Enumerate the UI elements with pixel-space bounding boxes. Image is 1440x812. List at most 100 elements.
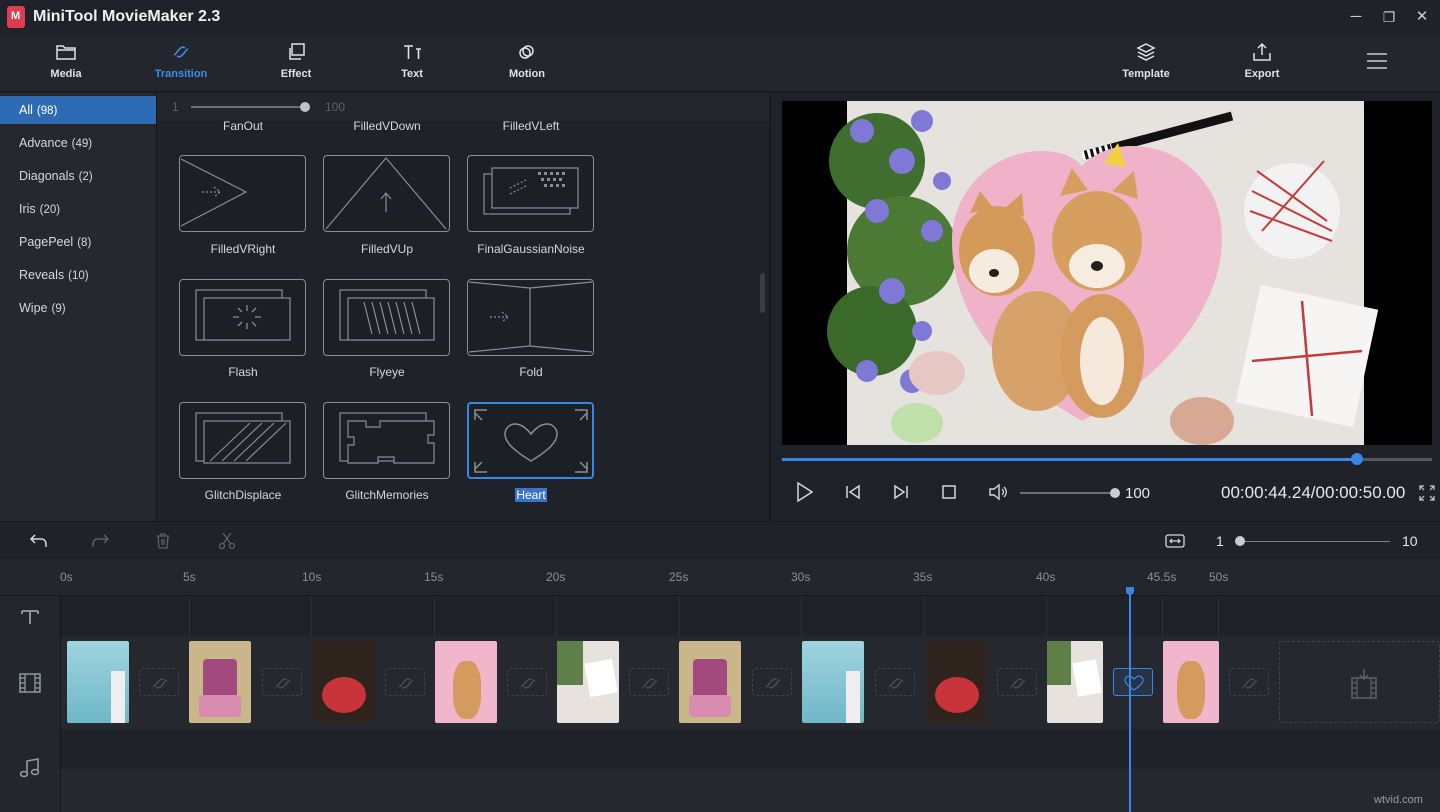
playback-progress-knob[interactable] — [1351, 453, 1363, 465]
motion-button[interactable]: Motion — [487, 42, 567, 80]
transition-tile-flash[interactable] — [179, 279, 306, 356]
ruler-tick: 50s — [1209, 570, 1228, 584]
transition-button[interactable]: Transition — [141, 42, 221, 80]
transition-grid: 1 100 FanOut FilledVDown FilledVLeft Fil… — [157, 93, 769, 521]
text-button[interactable]: Text — [372, 42, 452, 80]
transition-tile-flyeye[interactable] — [323, 279, 450, 356]
duration-slider[interactable]: 1 100 — [157, 93, 769, 121]
duration-min: 1 — [172, 100, 179, 114]
clip-thumbnail — [322, 677, 366, 713]
transition-label: Transition — [155, 68, 208, 80]
fit-timeline-icon[interactable] — [1165, 532, 1185, 550]
ruler-tick: 40s — [1036, 570, 1055, 584]
grid-scrollbar[interactable] — [760, 273, 765, 313]
stop-icon[interactable] — [939, 481, 959, 503]
layers-icon — [1135, 42, 1157, 62]
clip-thumbnail — [453, 661, 481, 719]
transition-slot[interactable] — [139, 668, 179, 696]
music-track-lower[interactable] — [61, 769, 1440, 812]
transition-slot[interactable] — [507, 668, 547, 696]
transition-tile-filledvup[interactable] — [323, 155, 450, 232]
transition-tile-glitchdisplace[interactable] — [179, 402, 306, 479]
timeline-clip-flowers-card[interactable] — [1047, 641, 1103, 723]
transition-tile-finalgaussiannoise[interactable] — [467, 155, 594, 232]
transition-label-filledvleft: FilledVLeft — [467, 119, 595, 133]
transition-slot[interactable] — [997, 668, 1037, 696]
duration-track[interactable] — [191, 106, 305, 108]
transition-slot-icon — [753, 669, 793, 697]
fullscreen-icon[interactable] — [1419, 485, 1435, 501]
transition-label-flash: Flash — [179, 365, 307, 379]
timeline-clip-birthday-cake[interactable] — [189, 641, 251, 723]
category-iris[interactable]: Iris(20) — [0, 195, 156, 223]
media-button[interactable]: Media — [26, 42, 106, 80]
media-drop-zone[interactable] — [1279, 641, 1440, 723]
minimize-button[interactable]: ─ — [1345, 6, 1367, 28]
clip-thumbnail — [203, 659, 237, 699]
ruler-tick: 0s — [60, 570, 73, 584]
transition-slot[interactable] — [629, 668, 669, 696]
transition-tile-fold[interactable] — [467, 279, 594, 356]
category-wipe[interactable]: Wipe(9) — [0, 294, 156, 322]
transition-tile-glitchmemories[interactable] — [323, 402, 450, 479]
transition-label-glitchmemories: GlitchMemories — [323, 488, 451, 502]
template-button[interactable]: Template — [1106, 42, 1186, 80]
transition-slot[interactable] — [262, 668, 302, 696]
transition-slot[interactable] — [875, 668, 915, 696]
timeline-clip-berry-cake[interactable] — [312, 641, 374, 723]
category-reveals[interactable]: Reveals(10) — [0, 261, 156, 289]
timeline-clip-beach-cake[interactable] — [67, 641, 129, 723]
title-bar: M MiniTool MovieMaker 2.3 ─ ❐ ✕ — [0, 0, 1440, 34]
ruler-gridline — [1046, 596, 1047, 637]
transition-slot[interactable] — [1229, 668, 1269, 696]
category-all[interactable]: All(98) — [0, 96, 156, 124]
redo-icon[interactable] — [90, 532, 110, 550]
transition-slot[interactable] — [752, 668, 792, 696]
transition-tile-filledvright[interactable] — [179, 155, 306, 232]
category-advance[interactable]: Advance(49) — [0, 129, 156, 157]
delete-icon[interactable] — [154, 532, 172, 550]
timeline-clip-shiba-dogs[interactable] — [1163, 641, 1219, 723]
text-track[interactable] — [61, 596, 1440, 637]
transition-tile-heart[interactable] — [467, 402, 594, 479]
preview-frame-image — [782, 101, 1432, 445]
volume-icon[interactable] — [987, 481, 1009, 503]
volume-slider[interactable] — [1020, 492, 1114, 494]
timeline-clip-shiba-dogs[interactable] — [435, 641, 497, 723]
duration-knob[interactable] — [300, 102, 310, 112]
effect-button[interactable]: Effect — [256, 42, 336, 80]
category-diagonals[interactable]: Diagonals(2) — [0, 162, 156, 190]
split-icon[interactable] — [218, 532, 236, 550]
timeline-clip-birthday-cake[interactable] — [679, 641, 741, 723]
timeline-clip-berry-cake[interactable] — [925, 641, 987, 723]
export-button[interactable]: Export — [1222, 42, 1302, 80]
volume-knob[interactable] — [1110, 488, 1120, 498]
video-preview[interactable] — [782, 101, 1432, 445]
music-track[interactable] — [61, 729, 1440, 769]
playhead[interactable] — [1129, 592, 1131, 812]
effect-label: Effect — [281, 68, 312, 80]
category-pagepeel[interactable]: PagePeel(8) — [0, 228, 156, 256]
timeline-clip-beach-cake[interactable] — [802, 641, 864, 723]
effect-icon — [285, 42, 307, 62]
clip-thumbnail — [199, 695, 241, 717]
restore-button[interactable]: ❐ — [1378, 6, 1400, 28]
transition-slot[interactable] — [385, 668, 425, 696]
timeline-clip-flowers-card[interactable] — [557, 641, 619, 723]
playback-progress-bar[interactable] — [782, 458, 1432, 461]
export-icon — [1251, 42, 1273, 62]
export-label: Export — [1245, 68, 1280, 80]
zoom-slider[interactable] — [1240, 541, 1390, 542]
menu-icon[interactable] — [1366, 52, 1388, 70]
close-button[interactable]: ✕ — [1411, 6, 1433, 28]
timeline-ruler[interactable]: 0s 5s 10s 15s 20s 25s 30s 35s 40s 45.5s … — [0, 559, 1440, 596]
next-frame-icon[interactable] — [891, 481, 911, 503]
zoom-knob[interactable] — [1235, 536, 1245, 546]
transition-slot-heart-active[interactable] — [1113, 668, 1153, 696]
previous-frame-icon[interactable] — [843, 481, 863, 503]
undo-icon[interactable] — [29, 532, 49, 550]
transition-slot-icon — [263, 669, 303, 697]
ruler-gridline — [801, 596, 802, 637]
play-icon[interactable] — [795, 481, 815, 503]
ruler-gridline — [1162, 596, 1163, 637]
